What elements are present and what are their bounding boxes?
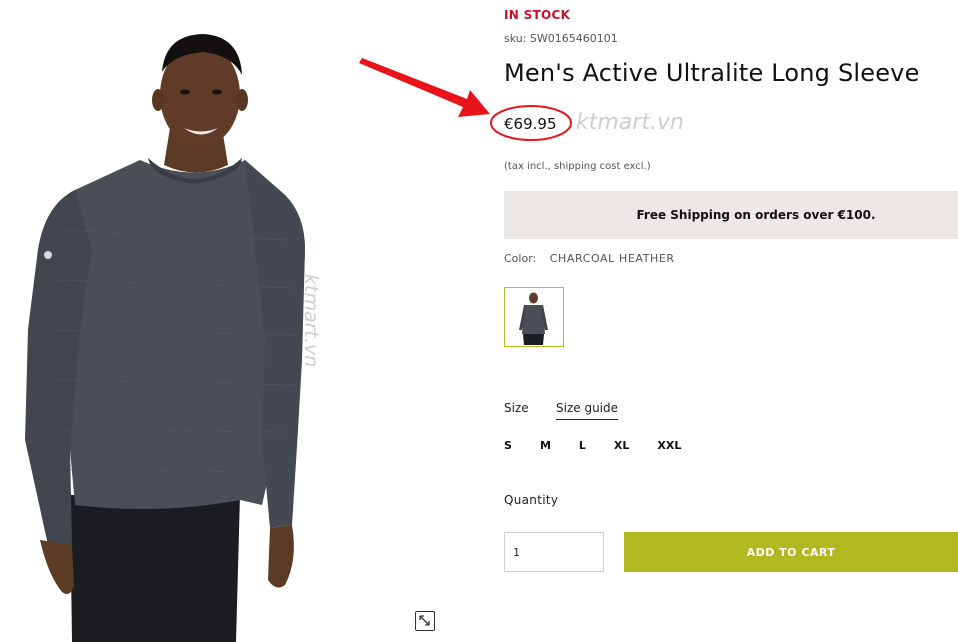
watermark-price: ktmart.vn xyxy=(576,110,684,135)
expand-diagonal-icon xyxy=(419,615,430,626)
swatch-thumbnail xyxy=(505,288,562,345)
size-label: Size xyxy=(504,401,529,415)
quantity-label: Quantity xyxy=(504,493,559,507)
size-option-xl[interactable]: XL xyxy=(614,439,630,452)
product-title: Men's Active Ultralite Long Sleeve xyxy=(504,59,920,87)
free-shipping-banner: Free Shipping on orders over €100. xyxy=(504,191,958,239)
product-image[interactable]: ktmart.vn xyxy=(0,0,470,642)
quantity-input[interactable] xyxy=(504,532,604,572)
color-row: Color: CHARCOAL HEATHER xyxy=(504,252,675,265)
add-to-cart-button[interactable]: ADD TO CART xyxy=(624,532,958,572)
color-swatch-charcoal-heather[interactable] xyxy=(504,287,564,347)
sku-label: sku: SW0165460101 xyxy=(504,32,618,45)
size-option-m[interactable]: M xyxy=(540,439,551,452)
product-price: €69.95 xyxy=(504,115,557,133)
color-label: Color: xyxy=(504,252,537,265)
tax-note: (tax incl., shipping cost excl.) xyxy=(504,161,651,172)
color-value: CHARCOAL HEATHER xyxy=(549,252,675,265)
size-options: S M L XL XXL xyxy=(504,439,709,452)
size-option-xxl[interactable]: XXL xyxy=(657,439,681,452)
size-option-s[interactable]: S xyxy=(504,439,512,452)
watermark-vertical: ktmart.vn xyxy=(300,274,322,368)
free-shipping-text: Free Shipping on orders over €100. xyxy=(636,208,876,222)
stock-status: IN STOCK xyxy=(504,8,571,22)
size-option-l[interactable]: L xyxy=(579,439,586,452)
size-guide-link[interactable]: Size guide xyxy=(556,401,619,420)
model-photo xyxy=(25,34,305,642)
expand-image-button[interactable] xyxy=(415,611,435,631)
